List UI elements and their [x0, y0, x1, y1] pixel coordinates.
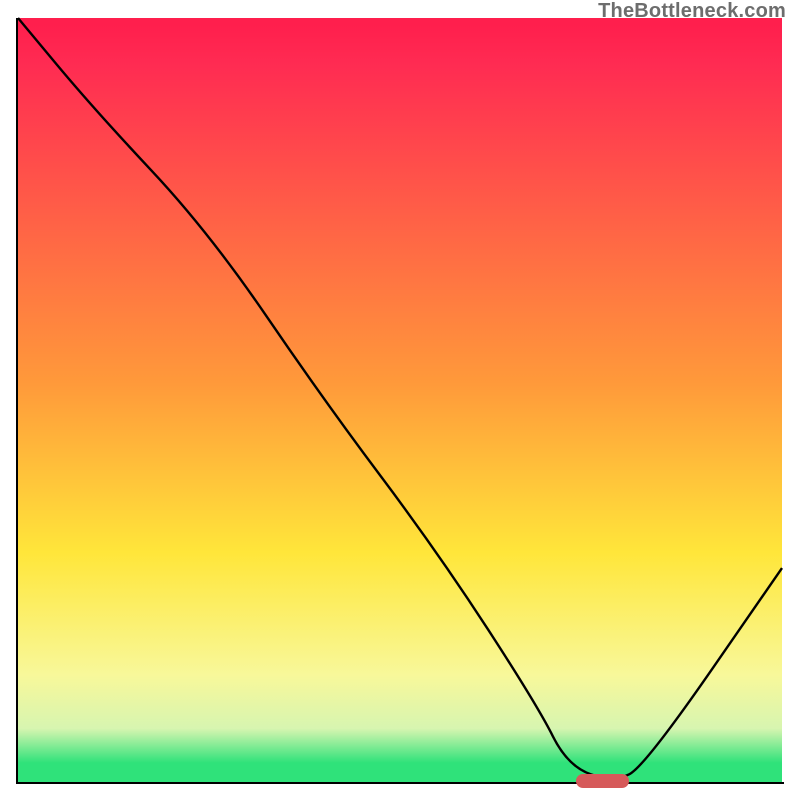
bottleneck-chart: TheBottleneck.com: [0, 0, 800, 800]
bottleneck-curve-path: [18, 18, 782, 778]
x-axis: [16, 782, 784, 784]
optimum-marker: [576, 774, 629, 788]
bottleneck-curve-svg: [18, 18, 782, 782]
